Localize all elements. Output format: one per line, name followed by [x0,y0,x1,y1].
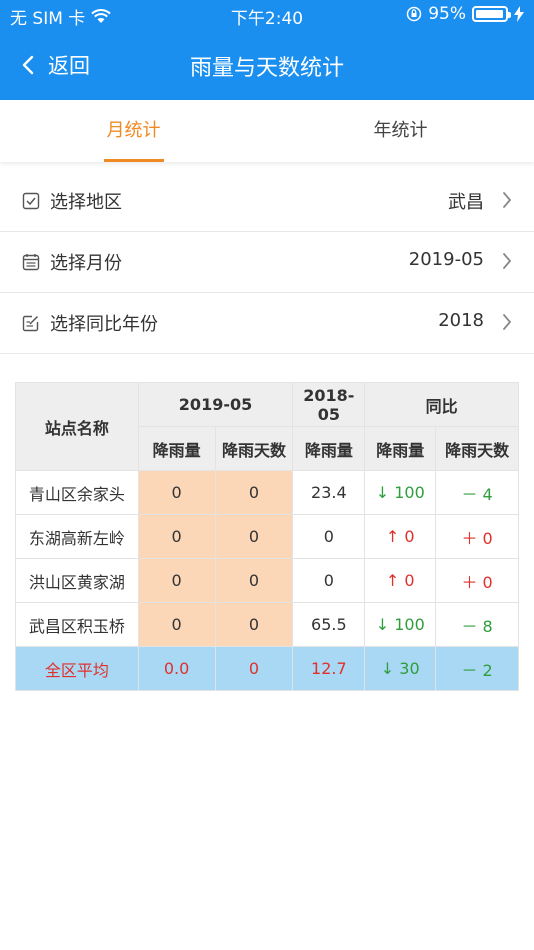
status-bar: 无 SIM 卡 下午2:40 95% [0,0,534,30]
average-rain: 0.0 [137,646,216,691]
average-prev-rain: 12.7 [292,646,366,691]
page-title: 雨量与天数统计 [189,56,344,81]
header-current-month: 2019-05 [137,382,294,427]
average-yoy-days: － 2 [435,646,519,691]
rain-days-cell: 0 [214,470,294,515]
average-yoy-rain: ↓ 30 [364,646,437,691]
battery-percent: 95% [428,4,466,24]
tab-monthly-label: 月统计 [106,120,161,141]
tab-bar: 月统计 年统计 [0,100,534,162]
yoy-rain-cell: ↑ 0 [364,514,437,559]
rain-cell: 0 [137,514,216,559]
rain-days-cell: 0 [214,514,294,559]
yoy-days-cell: ＋ 0 [435,514,519,559]
checkbox-icon [22,192,40,210]
table-row: 洪山区黄家湖 0 0 0 ↑ 0 ＋ 0 [15,558,519,603]
average-row: 全区平均 0.0 0 12.7 ↓ 30 － 2 [15,646,519,691]
tab-monthly[interactable]: 月统计 [0,100,267,162]
station-name: 东湖高新左岭 [15,514,139,559]
tab-yearly-label: 年统计 [373,120,428,141]
chevron-right-icon [503,192,512,208]
select-compare-year-row[interactable]: 选择同比年份 2018 [0,293,534,354]
header-rain-days: 降雨天数 [214,426,294,471]
select-month-value: 2019-05 [408,249,484,270]
station-name: 青山区余家头 [15,470,139,515]
edit-icon [22,315,39,332]
prev-rain-cell: 0 [292,514,366,559]
header-yoy-rain: 降雨量 [364,426,437,471]
station-name: 武昌区积玉桥 [15,602,139,647]
yoy-days-cell: － 4 [435,470,519,515]
rain-cell: 0 [137,470,216,515]
prev-rain-cell: 0 [292,558,366,603]
tab-yearly[interactable]: 年统计 [267,100,534,162]
select-region-label: 选择地区 [50,192,122,213]
app-header: 无 SIM 卡 下午2:40 95% 返回 雨量与天数统计 [0,0,534,100]
table-row: 武昌区积玉桥 0 0 65.5 ↓ 100 － 8 [15,602,519,647]
rain-days-cell: 0 [214,602,294,647]
header-previous-month: 2018-05 [292,382,366,427]
chevron-right-icon [503,314,512,330]
select-region-value: 武昌 [448,192,484,213]
rain-cell: 0 [137,602,216,647]
select-region-row[interactable]: 选择地区 武昌 [0,171,534,232]
header-yoy: 同比 [364,382,519,427]
header-station: 站点名称 [15,382,139,471]
chevron-right-icon [503,253,512,269]
charging-icon [514,6,524,22]
navigation-bar: 返回 雨量与天数统计 [0,36,534,96]
select-compare-year-value: 2018 [438,310,484,331]
table-row: 青山区余家头 0 0 23.4 ↓ 100 － 4 [15,470,519,515]
table-row: 东湖高新左岭 0 0 0 ↑ 0 ＋ 0 [15,514,519,559]
header-prev-rain: 降雨量 [292,426,366,471]
yoy-days-cell: － 8 [435,602,519,647]
select-compare-year-label: 选择同比年份 [50,314,158,335]
yoy-rain-cell: ↓ 100 [364,470,437,515]
orientation-lock-icon [406,6,422,22]
yoy-rain-cell: ↓ 100 [364,602,437,647]
yoy-days-cell: ＋ 0 [435,558,519,603]
battery-icon [472,6,511,22]
average-rain-days: 0 [214,646,294,691]
tab-active-indicator [104,159,164,162]
select-month-label: 选择月份 [50,253,122,274]
calendar-icon [22,254,40,271]
rain-days-cell: 0 [214,558,294,603]
station-name: 洪山区黄家湖 [15,558,139,603]
rainfall-table: 站点名称 2019-05 2018-05 同比 降雨量 降雨天数 降雨量 降雨量… [15,382,519,691]
prev-rain-cell: 23.4 [292,470,366,515]
select-month-row[interactable]: 选择月份 2019-05 [0,232,534,293]
header-rain: 降雨量 [137,426,216,471]
yoy-rain-cell: ↑ 0 [364,558,437,603]
prev-rain-cell: 65.5 [292,602,366,647]
average-name: 全区平均 [15,646,139,691]
header-yoy-days: 降雨天数 [435,426,519,471]
rain-cell: 0 [137,558,216,603]
